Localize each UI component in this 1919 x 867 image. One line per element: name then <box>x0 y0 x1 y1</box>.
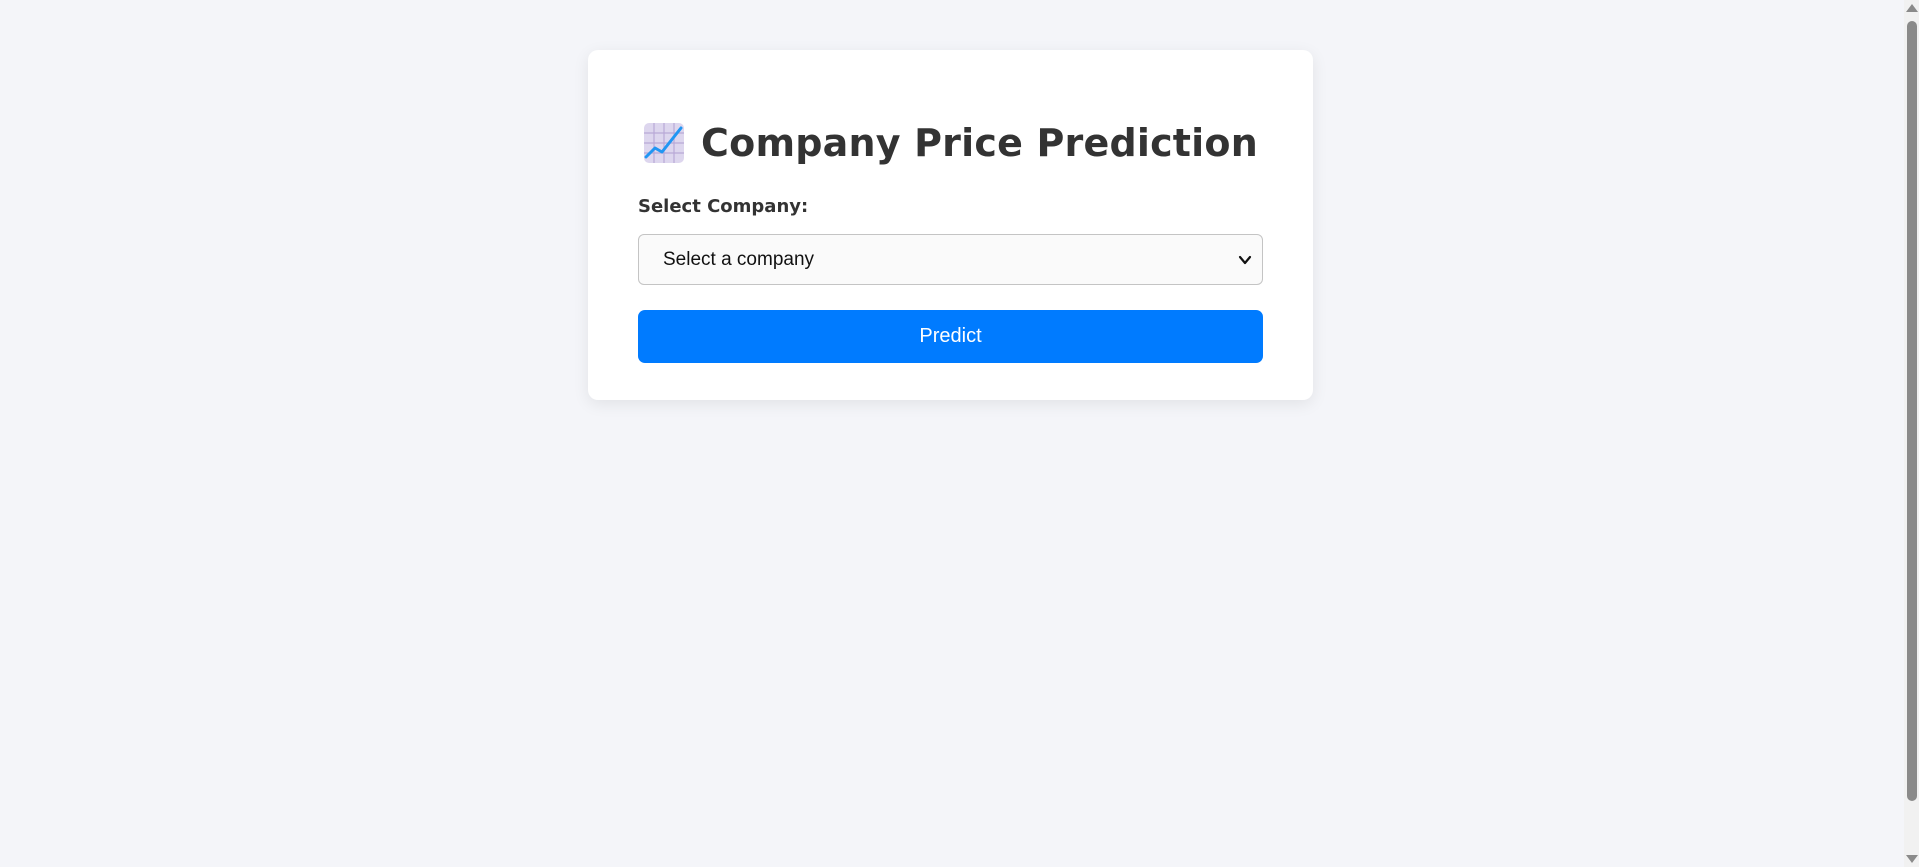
scroll-down-arrow-icon[interactable] <box>1906 855 1918 863</box>
vertical-scrollbar[interactable] <box>1904 0 1919 867</box>
chart-increasing-icon <box>644 123 685 163</box>
prediction-card: Company Price Prediction Select Company:… <box>588 50 1313 400</box>
page-viewport: Company Price Prediction Select Company:… <box>0 0 1919 867</box>
company-select[interactable]: Select a company <box>638 234 1263 285</box>
scroll-up-arrow-icon[interactable] <box>1906 4 1918 12</box>
scroll-thumb[interactable] <box>1907 21 1917 801</box>
header: Company Price Prediction <box>588 116 1313 170</box>
predict-button[interactable]: Predict <box>638 310 1263 363</box>
company-label: Select Company: <box>638 196 809 217</box>
chevron-down-icon <box>1238 255 1252 264</box>
page-title: Company Price Prediction <box>701 121 1258 165</box>
company-select-value: Select a company <box>663 248 815 270</box>
